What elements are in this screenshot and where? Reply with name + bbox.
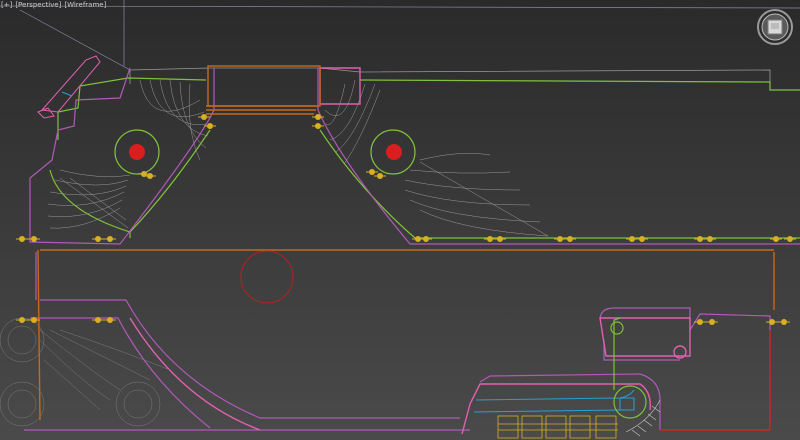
wireframe-scene[interactable] — [0, 0, 800, 440]
radial-mesh-right — [324, 79, 549, 237]
upper-green-spline — [49, 77, 800, 239]
3d-viewport[interactable]: [+] [Perspective] [Wireframe] — [0, 0, 800, 440]
pink-spline — [129, 67, 691, 435]
orange-box — [37, 65, 775, 421]
blue-pipeline — [473, 389, 635, 413]
guide-lines — [0, 0, 800, 71]
red-marker-left[interactable] — [129, 144, 145, 160]
top-slab-outline — [129, 67, 800, 91]
magenta-spline — [24, 67, 800, 431]
red-marker-right[interactable] — [386, 144, 402, 160]
radial-mesh-left — [47, 79, 209, 229]
red-ring-center[interactable] — [240, 250, 294, 304]
viewcube-icon[interactable] — [756, 8, 794, 46]
yellow-crate-row — [497, 415, 618, 439]
green-rings — [610, 317, 647, 419]
bracket-object[interactable] — [37, 55, 101, 119]
radial-mesh-bottom-left — [0, 317, 171, 427]
